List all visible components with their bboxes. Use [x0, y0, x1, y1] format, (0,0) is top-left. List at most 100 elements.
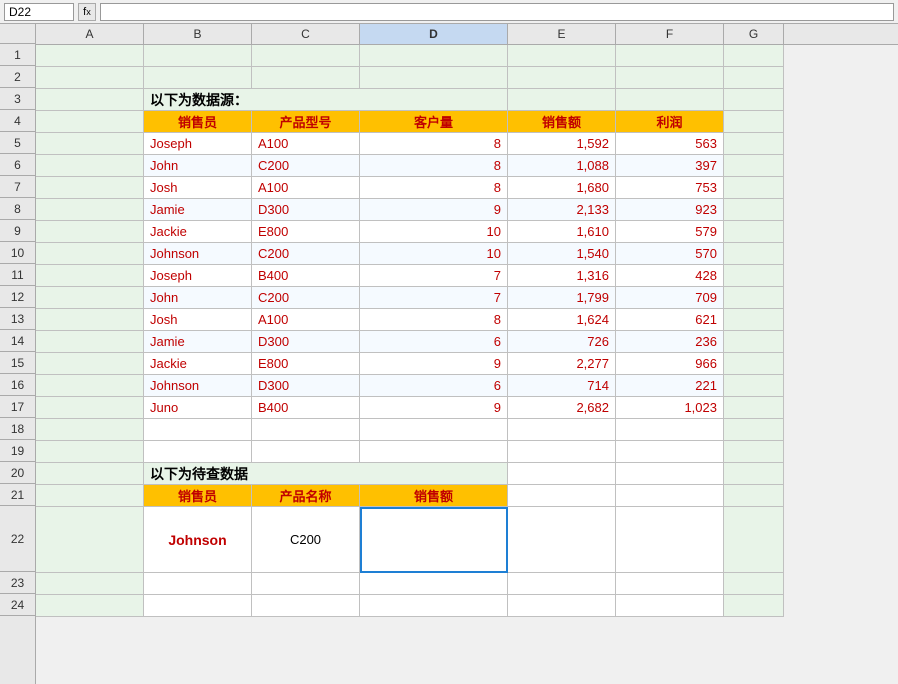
cell-d11[interactable]: 7	[360, 265, 508, 287]
cell-e7[interactable]: 1,680	[508, 177, 616, 199]
cell-c4-header[interactable]: 产品型号	[252, 111, 360, 133]
cell-f24[interactable]	[616, 595, 724, 617]
cell-a20[interactable]	[36, 463, 144, 485]
cell-d17[interactable]: 9	[360, 397, 508, 419]
cell-d12[interactable]: 7	[360, 287, 508, 309]
cell-d1[interactable]	[360, 45, 508, 67]
cell-b4-header[interactable]: 销售员	[144, 111, 252, 133]
cell-e16[interactable]: 714	[508, 375, 616, 397]
cell-e12[interactable]: 1,799	[508, 287, 616, 309]
cell-a22[interactable]	[36, 507, 144, 573]
cell-a10[interactable]	[36, 243, 144, 265]
col-header-f[interactable]: F	[616, 24, 724, 44]
cell-d6[interactable]: 8	[360, 155, 508, 177]
cell-g1[interactable]	[724, 45, 784, 67]
cell-c23[interactable]	[252, 573, 360, 595]
cell-d24[interactable]	[360, 595, 508, 617]
cell-c10[interactable]: C200	[252, 243, 360, 265]
cell-a3[interactable]	[36, 89, 144, 111]
cell-g4[interactable]	[724, 111, 784, 133]
cell-f2[interactable]	[616, 67, 724, 89]
cell-e19[interactable]	[508, 441, 616, 463]
cell-b6[interactable]: John	[144, 155, 252, 177]
cell-a23[interactable]	[36, 573, 144, 595]
cell-b22-query-name[interactable]: Johnson	[144, 507, 252, 573]
cell-d8[interactable]: 9	[360, 199, 508, 221]
cell-b21-qheader[interactable]: 销售员	[144, 485, 252, 507]
cell-c17[interactable]: B400	[252, 397, 360, 419]
cell-g7[interactable]	[724, 177, 784, 199]
cell-b19[interactable]	[144, 441, 252, 463]
cell-d9[interactable]: 10	[360, 221, 508, 243]
cell-c24[interactable]	[252, 595, 360, 617]
cell-f12[interactable]: 709	[616, 287, 724, 309]
cell-g19[interactable]	[724, 441, 784, 463]
cell-a24[interactable]	[36, 595, 144, 617]
cell-c5[interactable]: A100	[252, 133, 360, 155]
cell-g12[interactable]	[724, 287, 784, 309]
cell-f23[interactable]	[616, 573, 724, 595]
cell-b24[interactable]	[144, 595, 252, 617]
cell-d21-qheader[interactable]: 销售额	[360, 485, 508, 507]
cell-e4-header[interactable]: 销售额	[508, 111, 616, 133]
cell-a16[interactable]	[36, 375, 144, 397]
cell-e17[interactable]: 2,682	[508, 397, 616, 419]
cell-f17[interactable]: 1,023	[616, 397, 724, 419]
cell-c22-query-product[interactable]: C200	[252, 507, 360, 573]
cell-f6[interactable]: 397	[616, 155, 724, 177]
cell-f4-header[interactable]: 利润	[616, 111, 724, 133]
cell-b17[interactable]: Juno	[144, 397, 252, 419]
col-header-b[interactable]: B	[144, 24, 252, 44]
cell-f21[interactable]	[616, 485, 724, 507]
cell-d13[interactable]: 8	[360, 309, 508, 331]
cell-a4[interactable]	[36, 111, 144, 133]
cell-reference[interactable]: D22	[4, 3, 74, 21]
cell-f16[interactable]: 221	[616, 375, 724, 397]
cell-d2[interactable]	[360, 67, 508, 89]
cell-f11[interactable]: 428	[616, 265, 724, 287]
cell-f7[interactable]: 753	[616, 177, 724, 199]
cell-g2[interactable]	[724, 67, 784, 89]
cell-a18[interactable]	[36, 419, 144, 441]
cell-d5[interactable]: 8	[360, 133, 508, 155]
cell-a21[interactable]	[36, 485, 144, 507]
cell-g9[interactable]	[724, 221, 784, 243]
cell-d10[interactable]: 10	[360, 243, 508, 265]
cell-c9[interactable]: E800	[252, 221, 360, 243]
cell-g13[interactable]	[724, 309, 784, 331]
cell-f20[interactable]	[616, 463, 724, 485]
cell-b2[interactable]	[144, 67, 252, 89]
cell-d4-header[interactable]: 客户量	[360, 111, 508, 133]
cell-b3[interactable]: 以下为数据源：	[144, 89, 508, 111]
cell-e18[interactable]	[508, 419, 616, 441]
cell-f3[interactable]	[616, 89, 724, 111]
cell-b15[interactable]: Jackie	[144, 353, 252, 375]
cell-d7[interactable]: 8	[360, 177, 508, 199]
cell-e10[interactable]: 1,540	[508, 243, 616, 265]
cell-e24[interactable]	[508, 595, 616, 617]
cell-e9[interactable]: 1,610	[508, 221, 616, 243]
cell-d16[interactable]: 6	[360, 375, 508, 397]
cell-d14[interactable]: 6	[360, 331, 508, 353]
cell-b16[interactable]: Johnson	[144, 375, 252, 397]
cell-c6[interactable]: C200	[252, 155, 360, 177]
cell-g23[interactable]	[724, 573, 784, 595]
cell-c16[interactable]: D300	[252, 375, 360, 397]
cell-c8[interactable]: D300	[252, 199, 360, 221]
cell-d19[interactable]	[360, 441, 508, 463]
cell-c15[interactable]: E800	[252, 353, 360, 375]
cell-e11[interactable]: 1,316	[508, 265, 616, 287]
cell-g16[interactable]	[724, 375, 784, 397]
cell-g5[interactable]	[724, 133, 784, 155]
cell-a17[interactable]	[36, 397, 144, 419]
cell-a13[interactable]	[36, 309, 144, 331]
cell-e14[interactable]: 726	[508, 331, 616, 353]
cell-a19[interactable]	[36, 441, 144, 463]
cell-e2[interactable]	[508, 67, 616, 89]
formula-function-btn[interactable]: fx	[78, 3, 96, 21]
cell-c18[interactable]	[252, 419, 360, 441]
cell-b23[interactable]	[144, 573, 252, 595]
cell-b5[interactable]: Joseph	[144, 133, 252, 155]
cell-f9[interactable]: 579	[616, 221, 724, 243]
cell-g11[interactable]	[724, 265, 784, 287]
